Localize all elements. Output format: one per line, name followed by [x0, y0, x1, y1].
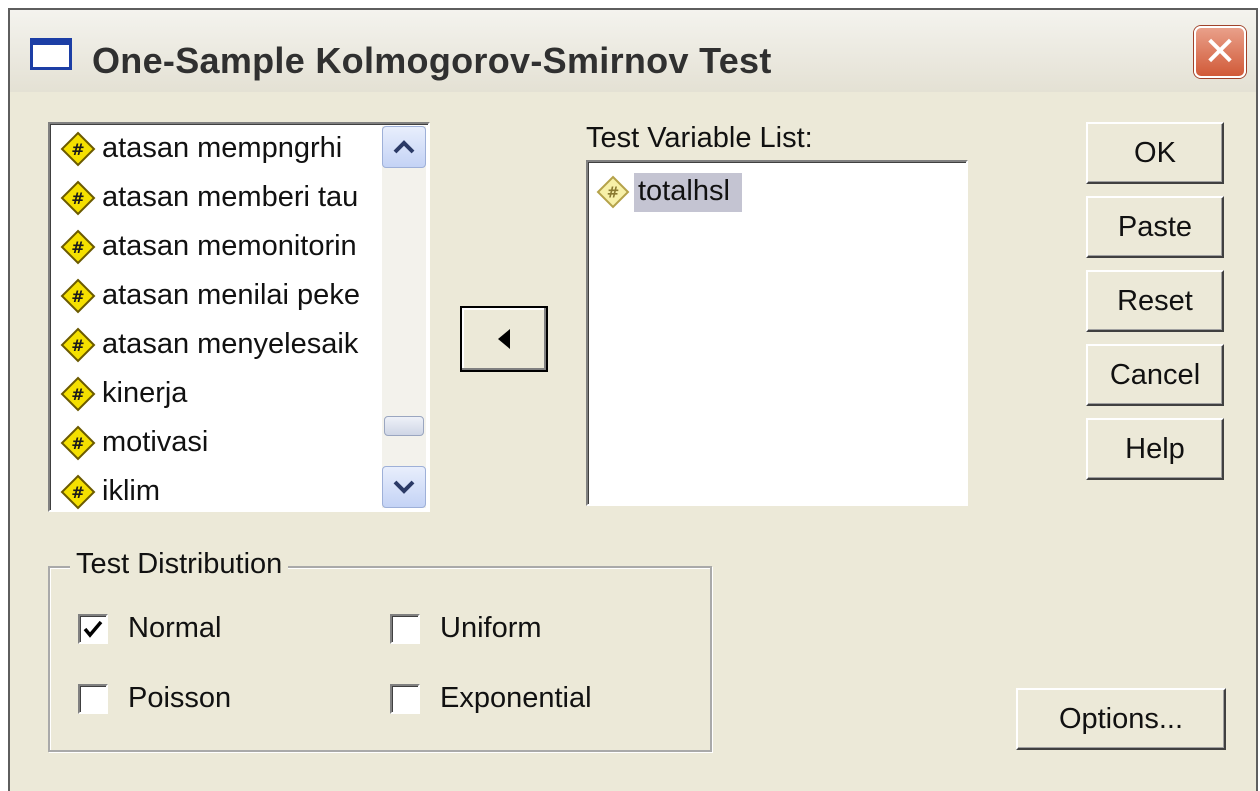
help-button[interactable]: Help	[1086, 418, 1224, 480]
source-variable-label: atasan mempngrhi	[102, 132, 343, 164]
numeric-variable-icon: #	[60, 131, 96, 166]
dialog-title: One-Sample Kolmogorov-Smirnov Test	[92, 40, 772, 81]
source-variable-item[interactable]: # atasan menilai peke	[50, 271, 378, 320]
scroll-thumb[interactable]	[384, 416, 424, 436]
uniform-label: Uniform	[440, 612, 542, 644]
exponential-label: Exponential	[440, 682, 592, 714]
source-variable-items: # atasan mempngrhi # atasan memberi tau # ata…	[50, 124, 378, 510]
source-variable-label: iklim	[102, 475, 160, 507]
source-variable-label: atasan menyelesaik	[102, 328, 359, 360]
options-button[interactable]: Options...	[1016, 688, 1226, 750]
uniform-checkbox[interactable]	[390, 613, 420, 644]
poisson-label: Poisson	[128, 682, 232, 714]
source-variable-item[interactable]: # kinerja	[50, 369, 378, 418]
scroll-up-button[interactable]	[382, 126, 426, 168]
svg-text:#: #	[71, 434, 84, 453]
check-icon	[83, 620, 103, 638]
numeric-variable-icon: #	[60, 180, 96, 215]
chevron-up-icon	[393, 140, 415, 154]
exponential-checkbox[interactable]	[390, 683, 420, 714]
move-variable-button[interactable]	[460, 306, 548, 372]
svg-text:#: #	[71, 483, 84, 502]
numeric-variable-icon: #	[60, 376, 96, 411]
close-button[interactable]: ✕	[1194, 26, 1246, 78]
svg-text:#: #	[71, 385, 84, 404]
ok-button[interactable]: OK	[1086, 122, 1224, 184]
numeric-variable-icon: #	[60, 229, 96, 264]
arrow-left-icon	[498, 329, 510, 349]
svg-text:#: #	[71, 336, 84, 355]
test-variable-label: totalhsl	[634, 172, 742, 212]
cancel-button[interactable]: Cancel	[1086, 344, 1224, 406]
kolmogorov-smirnov-dialog: One-Sample Kolmogorov-Smirnov Test ✕ # at…	[8, 8, 1258, 791]
source-variable-label: motivasi	[102, 426, 209, 458]
close-icon: ✕	[1203, 30, 1237, 74]
test-variable-list[interactable]: # totalhsl	[586, 160, 968, 506]
source-variable-label: atasan memonitorin	[102, 230, 357, 262]
title-bar[interactable]: One-Sample Kolmogorov-Smirnov Test ✕	[10, 10, 1256, 92]
paste-button[interactable]: Paste	[1086, 196, 1224, 258]
source-variable-item[interactable]: # atasan menyelesaik	[50, 320, 378, 369]
normal-option[interactable]: Normal	[78, 612, 221, 645]
window-icon	[30, 38, 72, 70]
numeric-variable-icon: #	[596, 175, 630, 209]
svg-text:#: #	[71, 189, 84, 208]
source-variable-item[interactable]: # iklim	[50, 467, 378, 510]
normal-label: Normal	[128, 612, 222, 644]
source-variable-item[interactable]: # motivasi	[50, 418, 378, 467]
reset-button[interactable]: Reset	[1086, 270, 1224, 332]
poisson-option[interactable]: Poisson	[78, 682, 231, 715]
source-variable-label: atasan menilai peke	[102, 279, 360, 311]
test-distribution-group: Test Distribution Normal Uniform Poisson…	[48, 548, 712, 752]
source-variable-item[interactable]: # atasan memberi tau	[50, 173, 378, 222]
source-variable-item[interactable]: # atasan mempngrhi	[50, 124, 378, 173]
source-list-scrollbar[interactable]	[382, 126, 426, 508]
exponential-option[interactable]: Exponential	[390, 682, 592, 715]
source-variable-label: atasan memberi tau	[102, 181, 359, 213]
source-variable-list[interactable]: # atasan mempngrhi # atasan memberi tau # ata…	[48, 122, 430, 512]
test-distribution-label: Test Distribution	[70, 548, 289, 581]
numeric-variable-icon: #	[60, 278, 96, 313]
scroll-down-button[interactable]	[382, 466, 426, 508]
numeric-variable-icon: #	[60, 425, 96, 460]
test-variable-item[interactable]: # totalhsl	[596, 170, 742, 214]
chevron-down-icon	[393, 480, 415, 494]
poisson-checkbox[interactable]	[78, 683, 108, 714]
numeric-variable-icon: #	[60, 474, 96, 509]
test-variable-list-label: Test Variable List:	[586, 122, 813, 154]
svg-text:#: #	[71, 287, 84, 306]
uniform-option[interactable]: Uniform	[390, 612, 542, 645]
source-variable-item[interactable]: # atasan memonitorin	[50, 222, 378, 271]
svg-text:#: #	[71, 140, 84, 159]
svg-text:#: #	[71, 238, 84, 257]
svg-text:#: #	[607, 184, 620, 202]
source-variable-label: kinerja	[102, 377, 188, 409]
numeric-variable-icon: #	[60, 327, 96, 362]
normal-checkbox[interactable]	[78, 613, 108, 644]
